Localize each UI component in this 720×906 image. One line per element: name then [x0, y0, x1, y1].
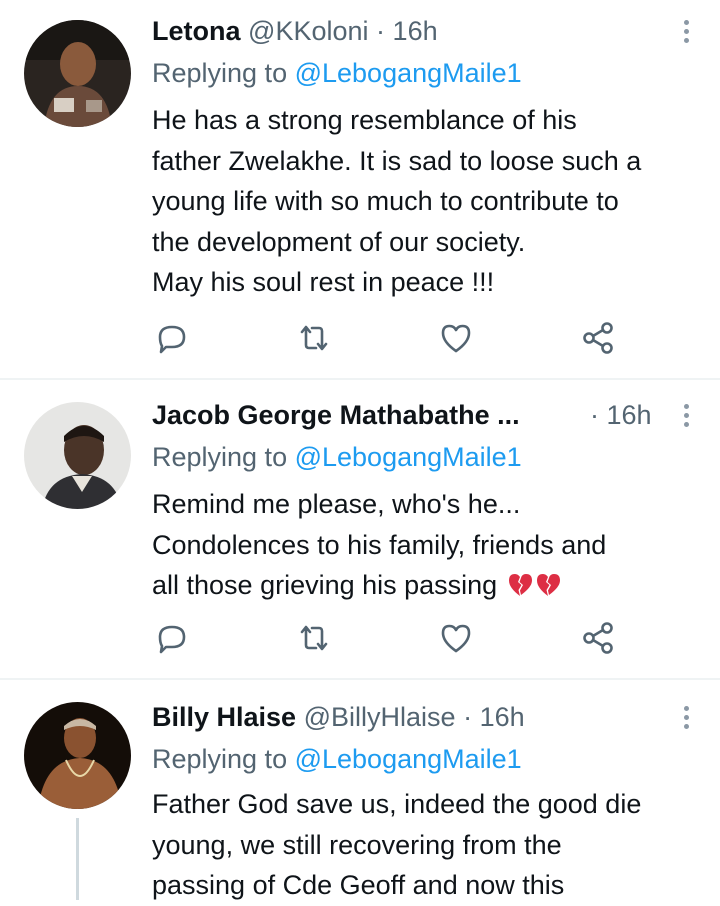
share-icon[interactable] [578, 318, 618, 358]
tweet-actions [152, 618, 622, 658]
avatar[interactable] [24, 20, 131, 127]
timestamp[interactable]: 16h [607, 400, 652, 430]
broken-heart-icon [508, 574, 532, 596]
mention-link[interactable]: @LebogangMaile1 [295, 442, 522, 472]
tweet-text: He has a strong resemblance of his fathe… [152, 100, 700, 303]
tweet[interactable]: Letona @KKoloni · 16h Replying to @Lebog… [0, 0, 720, 378]
tweet-text-line: young life with so much to contribute to [152, 186, 619, 216]
more-icon[interactable] [680, 14, 692, 48]
timestamp[interactable]: 16h [480, 702, 525, 732]
replying-to: Replying to @LebogangMaile1 [152, 440, 522, 474]
tweet-text-line: the development of our society. [152, 226, 526, 257]
retweet-icon[interactable] [294, 618, 334, 658]
author-name[interactable]: Letona [152, 16, 241, 46]
replying-prefix: Replying to [152, 442, 295, 472]
share-icon[interactable] [578, 618, 618, 658]
reply-icon[interactable] [152, 618, 192, 658]
replying-to: Replying to @LebogangMaile1 [152, 56, 522, 90]
separator: · [590, 400, 599, 430]
mention-link[interactable]: @LebogangMaile1 [295, 58, 522, 88]
tweet-text-line: father Zwelakhe. It is sad to loose such… [152, 145, 642, 176]
timestamp[interactable]: 16h [393, 16, 438, 46]
retweet-icon[interactable] [294, 318, 334, 358]
tweet-text-line: all those grieving his passing [152, 565, 700, 606]
replying-to: Replying to @LebogangMaile1 [152, 742, 522, 776]
like-icon[interactable] [436, 618, 476, 658]
more-icon[interactable] [680, 398, 692, 432]
replying-prefix: Replying to [152, 744, 295, 774]
author-handle[interactable]: @BillyHlaise [304, 702, 456, 732]
avatar-image [24, 402, 131, 509]
tweet-text-line: Condolences to his family, friends and [152, 529, 607, 560]
tweet-text-line: Father God save us, indeed the good die [152, 789, 642, 819]
tweet-actions [152, 318, 622, 358]
reply-icon[interactable] [152, 318, 192, 358]
tweet-text-line: He has a strong resemblance of his [152, 105, 577, 135]
tweet-text: Remind me please, who's he... Condolence… [152, 484, 700, 606]
mention-link[interactable]: @LebogangMaile1 [295, 744, 522, 774]
replying-prefix: Replying to [152, 58, 295, 88]
author-name[interactable]: Billy Hlaise [152, 702, 296, 732]
tweet-text-line: young, we still recovering from the [152, 829, 562, 860]
author-handle[interactable]: @KKoloni [248, 16, 368, 46]
tweet-text-segment: all those grieving his passing [152, 570, 498, 600]
avatar-image [24, 20, 131, 127]
avatar[interactable] [24, 402, 131, 509]
thread-line [76, 818, 79, 900]
tweet-text-line: May his soul rest in peace !!! [152, 267, 495, 297]
tweet[interactable]: Jacob George Mathabathe ... · 16h Replyi… [0, 380, 720, 678]
tweet-text-line: Remind me please, who's he... [152, 489, 521, 519]
avatar[interactable] [24, 702, 131, 809]
avatar-image [24, 702, 131, 809]
tweet-text: Father God save us, indeed the good die … [152, 784, 700, 906]
separator: · [463, 702, 473, 732]
separator: · [376, 16, 386, 46]
more-icon[interactable] [680, 700, 692, 734]
broken-heart-icon [536, 574, 560, 596]
tweet[interactable]: Billy Hlaise @BillyHlaise · 16h Replying… [0, 680, 720, 900]
author-name[interactable]: Jacob George Mathabathe ... [152, 400, 520, 430]
tweet-text-line: passing of Cde Geoff and now this [152, 870, 565, 900]
like-icon[interactable] [436, 318, 476, 358]
